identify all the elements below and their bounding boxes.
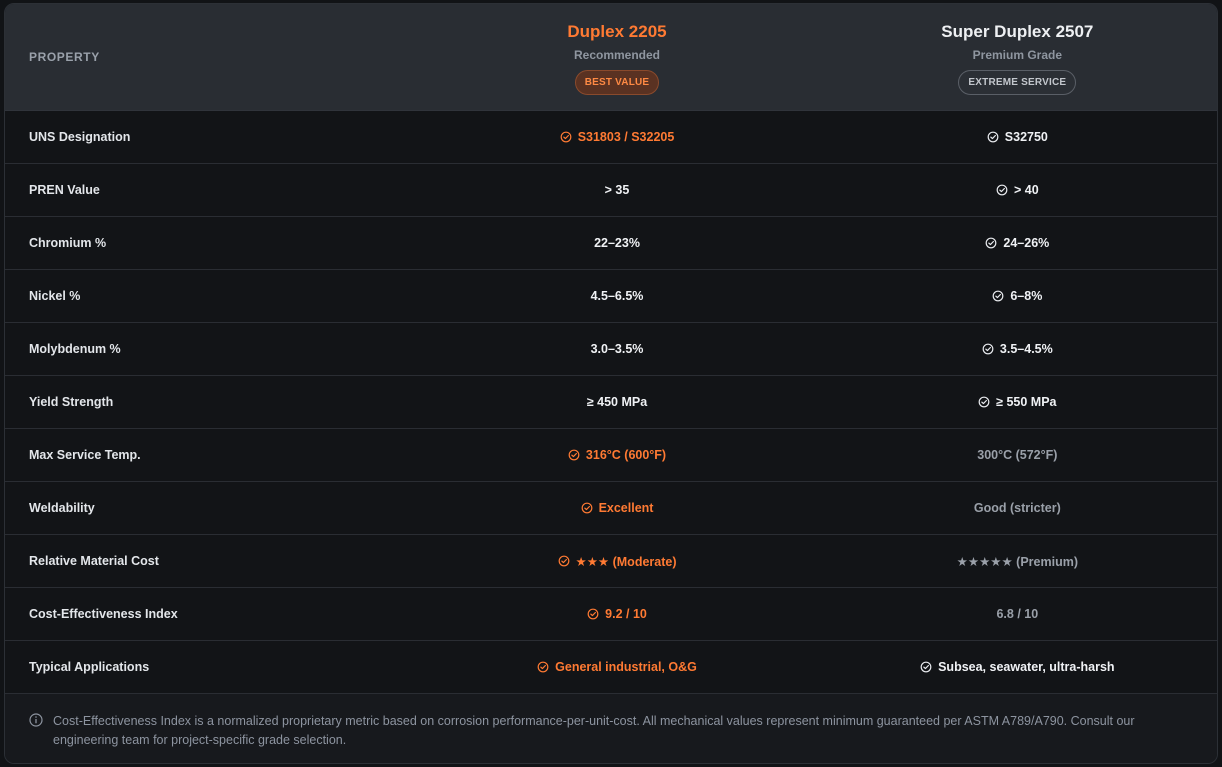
cell-value: S31803 / S32205	[577, 130, 675, 144]
row-label: Typical Applications	[29, 660, 150, 674]
check-circle-icon	[581, 502, 593, 514]
grade-b-cell: 6–8%	[818, 289, 1217, 303]
check-circle-icon	[558, 555, 570, 567]
cell-value: ★★★★★ (Premium)	[956, 554, 1078, 569]
grade-b-cell: 300°C (572°F)	[818, 448, 1217, 462]
grade-a-cell: ≥ 450 MPa	[416, 395, 817, 409]
grade-a-cell: 9.2 / 10	[416, 607, 817, 621]
row-label: Nickel %	[29, 289, 81, 303]
row-label: Yield Strength	[29, 395, 114, 409]
grade-a-cell: 3.0–3.5%	[416, 342, 817, 356]
table-row: Yield Strength ≥ 450 MPa ≥ 550 MPa	[5, 376, 1217, 429]
cell-value: Excellent	[598, 501, 654, 515]
footnote: Cost-Effectiveness Index is a normalized…	[5, 694, 1217, 763]
grade-a-badge: BEST VALUE	[574, 69, 660, 95]
cell-value: S32750	[1004, 130, 1048, 144]
cell-value: Subsea, seawater, ultra-harsh	[938, 660, 1115, 674]
grade-a-name: Duplex 2205	[567, 21, 667, 41]
check-circle-icon	[987, 131, 999, 143]
grade-b-cell: > 40	[818, 183, 1217, 197]
check-circle-icon	[587, 608, 599, 620]
cell-value: ≥ 550 MPa	[996, 395, 1057, 409]
grade-b-header: Super Duplex 2507 Premium Grade EXTREME …	[818, 20, 1217, 95]
grade-a-cell: 4.5–6.5%	[416, 289, 817, 303]
cell-value: General industrial, O&G	[555, 660, 697, 674]
table-row: Molybdenum % 3.0–3.5% 3.5–4.5%	[5, 323, 1217, 376]
row-label: PREN Value	[29, 183, 100, 197]
cell-value: 24–26%	[1003, 236, 1050, 250]
grade-a-header: Duplex 2205 Recommended BEST VALUE	[416, 20, 817, 95]
grade-a-cell: Excellent	[416, 501, 817, 515]
grade-a-subtitle: Recommended	[573, 47, 661, 62]
grade-b-cell: Good (stricter)	[818, 501, 1217, 515]
cell-value: 3.5–4.5%	[999, 342, 1053, 356]
table-row: Chromium % 22–23% 24–26%	[5, 217, 1217, 270]
grade-a-cell: ★★★ (Moderate)	[416, 554, 817, 569]
row-label: Cost-Effectiveness Index	[29, 607, 178, 621]
check-circle-icon	[568, 449, 580, 461]
row-label: Molybdenum %	[29, 342, 121, 356]
grade-b-cell: S32750	[818, 130, 1217, 144]
row-label: UNS Designation	[29, 130, 131, 144]
property-column-header: PROPERTY	[29, 50, 100, 64]
table-row: PREN Value > 35 > 40	[5, 164, 1217, 217]
grade-b-cell: Subsea, seawater, ultra-harsh	[818, 660, 1217, 674]
cell-value: 4.5–6.5%	[590, 289, 644, 303]
grade-b-cell: ≥ 550 MPa	[818, 395, 1217, 409]
table-header: PROPERTY Duplex 2205 Recommended BEST VA…	[5, 4, 1217, 111]
row-label: Max Service Temp.	[29, 448, 141, 462]
table-row: UNS Designation S31803 / S32205 S32750	[5, 111, 1217, 164]
grade-b-cell: 6.8 / 10	[818, 607, 1217, 621]
table-row: Max Service Temp. 316°C (600°F) 300°C (572…	[5, 429, 1217, 482]
grade-a-cell: S31803 / S32205	[416, 130, 817, 144]
comparison-card: PROPERTY Duplex 2205 Recommended BEST VA…	[4, 3, 1218, 764]
check-circle-icon	[537, 661, 549, 673]
grade-b-cell: 3.5–4.5%	[818, 342, 1217, 356]
grade-a-cell: 22–23%	[416, 236, 817, 250]
check-circle-icon	[985, 237, 997, 249]
grade-b-subtitle: Premium Grade	[972, 47, 1063, 62]
cell-value: 6–8%	[1010, 289, 1043, 303]
table-row: Relative Material Cost ★★★ (Moderate) ★★★★…	[5, 535, 1217, 588]
row-label: Chromium %	[29, 236, 107, 250]
cell-value: 300°C (572°F)	[977, 448, 1058, 462]
table-row: Cost-Effectiveness Index 9.2 / 10 6.8 / 10	[5, 588, 1217, 641]
cell-value: 9.2 / 10	[605, 607, 647, 621]
row-label: Weldability	[29, 501, 95, 515]
check-circle-icon	[996, 184, 1008, 196]
grade-a-cell: General industrial, O&G	[416, 660, 817, 674]
grade-b-badge: EXTREME SERVICE	[958, 69, 1077, 95]
check-circle-icon	[982, 343, 994, 355]
table-body: UNS Designation S31803 / S32205 S32750 PREN…	[5, 111, 1217, 694]
cell-value: 6.8 / 10	[996, 607, 1039, 621]
grade-b-cell: ★★★★★ (Premium)	[818, 554, 1217, 569]
grade-a-cell: > 35	[416, 183, 817, 197]
cell-value: 3.0–3.5%	[590, 342, 644, 356]
cell-value: Good (stricter)	[973, 501, 1061, 515]
check-circle-icon	[560, 131, 572, 143]
info-icon	[29, 713, 43, 727]
cell-value: ≥ 450 MPa	[586, 395, 648, 409]
grade-b-name: Super Duplex 2507	[941, 21, 1094, 41]
table-row: Typical Applications General industrial, …	[5, 641, 1217, 694]
footnote-text: Cost-Effectiveness Index is a normalized…	[53, 714, 1135, 747]
row-label: Relative Material Cost	[29, 554, 159, 568]
cell-value: 316°C (600°F)	[585, 448, 667, 462]
check-circle-icon	[920, 661, 932, 673]
cell-value: > 35	[604, 183, 630, 197]
cell-value: 22–23%	[594, 236, 640, 250]
check-circle-icon	[978, 396, 990, 408]
cell-value: ★★★ (Moderate)	[575, 554, 677, 569]
cell-value: > 40	[1013, 183, 1039, 197]
table-row: Weldability Excellent Good (stricter)	[5, 482, 1217, 535]
check-circle-icon	[992, 290, 1004, 302]
table-row: Nickel % 4.5–6.5% 6–8%	[5, 270, 1217, 323]
grade-a-cell: 316°C (600°F)	[416, 448, 817, 462]
grade-b-cell: 24–26%	[818, 236, 1217, 250]
